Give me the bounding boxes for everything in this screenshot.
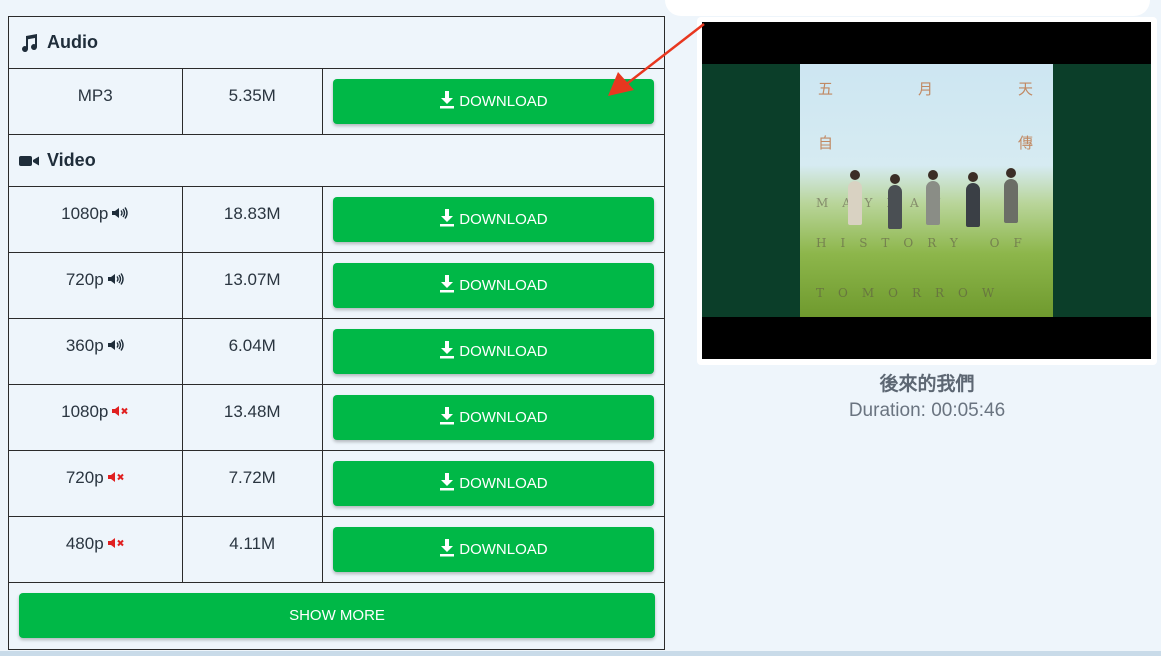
figure-head	[1006, 168, 1016, 178]
download-button[interactable]: DOWNLOAD	[332, 263, 654, 308]
video-thumbnail[interactable]: 五 月 天 自 傳 MAYDAY HISTORY OF TOMORROW	[702, 22, 1151, 359]
cover-text: 自	[818, 134, 834, 152]
download-arrow-icon	[439, 208, 455, 231]
file-size: 4.11M	[229, 534, 276, 553]
speaker-muted-icon	[107, 534, 125, 554]
table-row: 1080p 13.48M DOWNLOAD	[8, 384, 666, 451]
figure-head	[890, 174, 900, 184]
quality-label: 360p	[65, 336, 104, 355]
figure	[926, 181, 940, 225]
download-button[interactable]: DOWNLOAD	[332, 461, 654, 506]
table-row: 720p 13.07M DOWNLOAD	[8, 252, 666, 319]
table-row: MP3 5.35M DOWNLOAD	[8, 68, 666, 135]
file-size: 7.72M	[228, 468, 276, 487]
video-duration: Duration: 00:05:46	[848, 400, 1006, 421]
download-arrow-icon	[439, 90, 455, 113]
speaker-on-icon	[107, 336, 125, 356]
download-arrow-icon	[439, 472, 455, 495]
download-label: DOWNLOAD	[459, 93, 548, 110]
download-label: DOWNLOAD	[459, 409, 548, 426]
quality-label: 720p	[65, 468, 104, 487]
file-size: 5.35M	[228, 86, 276, 105]
file-size: 13.48M	[223, 402, 281, 421]
table-row: 480p 4.11M DOWNLOAD	[8, 516, 666, 583]
quality-label: MP3	[77, 86, 113, 105]
show-more-button[interactable]: SHOW MORE	[19, 593, 655, 638]
figure-head	[968, 172, 978, 182]
video-thumbnail-frame: 五 月 天 自 傳 MAYDAY HISTORY OF TOMORROW	[697, 17, 1157, 365]
download-arrow-icon	[439, 340, 455, 363]
cover-text: 月	[918, 80, 934, 98]
speaker-on-icon	[107, 270, 125, 290]
figure	[888, 185, 902, 229]
album-cover: 五 月 天 自 傳 MAYDAY HISTORY OF TOMORROW	[800, 64, 1053, 317]
panel-cap	[665, 0, 1150, 16]
cover-text: 傳	[1018, 134, 1034, 152]
download-label: DOWNLOAD	[459, 211, 548, 228]
video-title: 後來的我們	[879, 374, 975, 395]
download-arrow-icon	[439, 406, 455, 429]
figure	[966, 183, 980, 227]
download-label: DOWNLOAD	[459, 277, 548, 294]
table-row: 720p 7.72M DOWNLOAD	[8, 450, 666, 517]
music-note-icon	[19, 33, 39, 53]
speaker-muted-icon	[112, 402, 129, 422]
download-arrow-icon	[439, 538, 455, 561]
video-camera-icon	[19, 153, 39, 169]
download-label: DOWNLOAD	[459, 541, 548, 558]
file-size: 6.04M	[228, 336, 276, 355]
bottom-strip	[0, 651, 1161, 656]
download-table: Audio MP3 5.35M DOWNLOAD Video 1080p 18.…	[8, 16, 666, 650]
download-label: DOWNLOAD	[459, 475, 548, 492]
download-button[interactable]: DOWNLOAD	[332, 395, 654, 440]
cover-text: TOMORROW	[816, 286, 1009, 300]
file-size: 13.07M	[223, 270, 281, 289]
speaker-muted-icon	[107, 468, 125, 488]
file-size: 18.83M	[223, 204, 281, 223]
quality-label: 480p	[65, 534, 104, 553]
figure	[1004, 179, 1018, 223]
speaker-on-icon	[112, 204, 129, 224]
download-button[interactable]: DOWNLOAD	[332, 197, 654, 242]
audio-section-title: Audio	[47, 32, 98, 52]
download-button[interactable]: DOWNLOAD	[332, 329, 654, 374]
cover-text: HISTORY OF	[816, 236, 1036, 250]
table-row: 360p 6.04M DOWNLOAD	[8, 318, 666, 385]
cover-text: 天	[1018, 80, 1034, 98]
video-section-header: Video	[8, 134, 665, 187]
annotation-arrow-icon	[608, 23, 705, 96]
video-section-title: Video	[47, 150, 96, 170]
top-strip	[0, 0, 1161, 16]
download-arrow-icon	[439, 274, 455, 297]
quality-label: 1080p	[61, 402, 109, 421]
quality-label: 720p	[65, 270, 104, 289]
quality-label: 1080p	[61, 204, 109, 223]
audio-section-header: Audio	[8, 16, 665, 69]
cover-text: 五	[818, 80, 834, 98]
figure-head	[928, 170, 938, 180]
figure-head	[850, 170, 860, 180]
download-label: DOWNLOAD	[459, 343, 548, 360]
download-button[interactable]: DOWNLOAD	[332, 527, 654, 572]
table-row: 1080p 18.83M DOWNLOAD	[8, 186, 666, 253]
show-more-row: SHOW MORE	[8, 582, 665, 650]
figure	[848, 181, 862, 225]
